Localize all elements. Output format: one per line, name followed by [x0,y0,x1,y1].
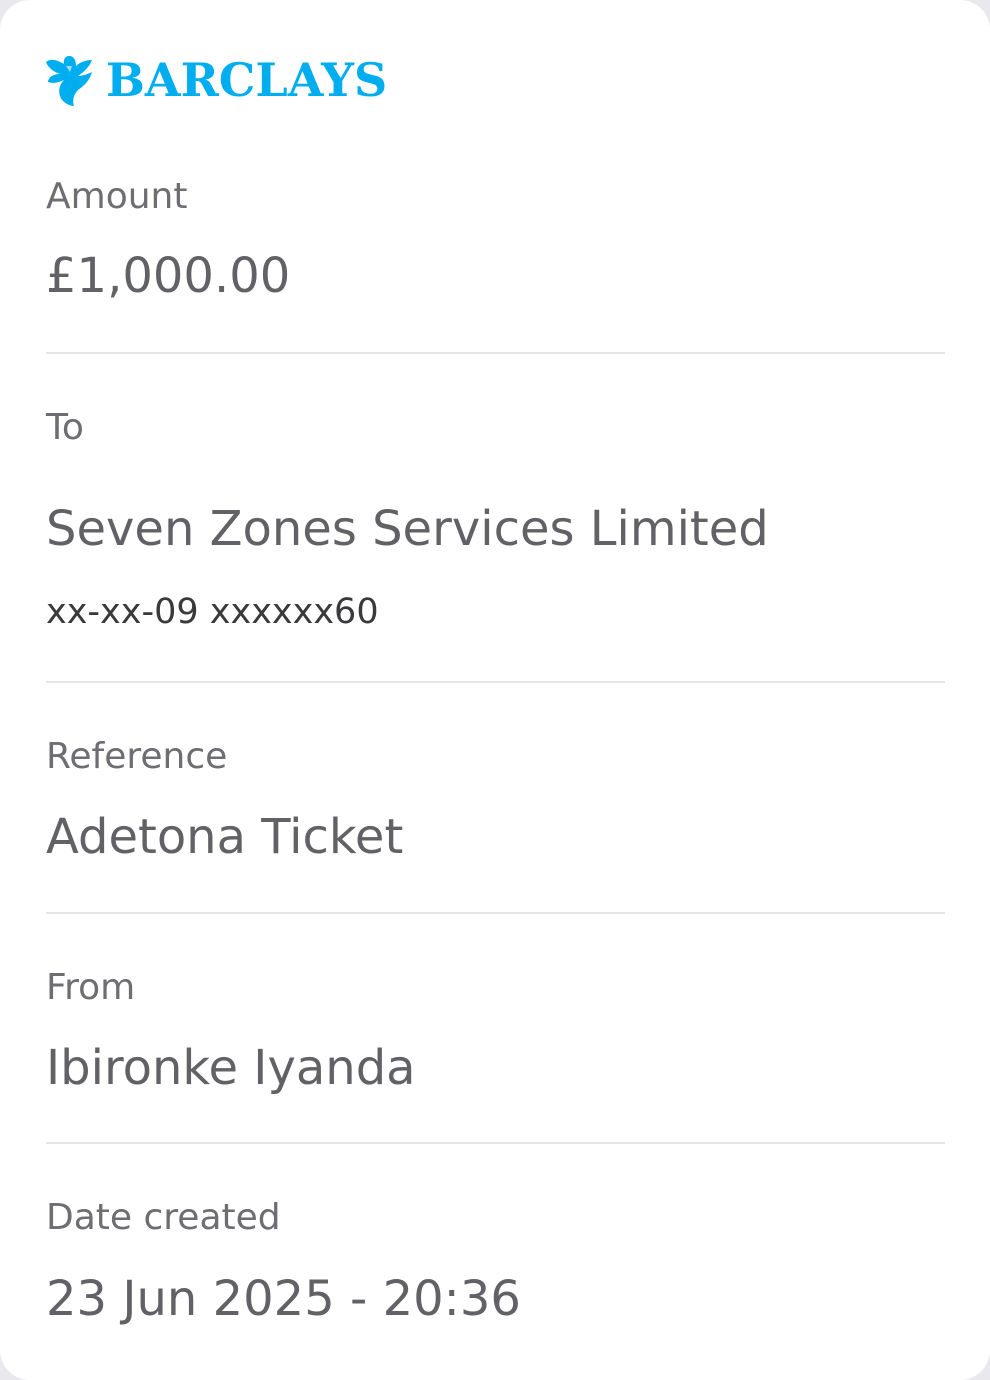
eagle-icon [44,52,94,108]
divider [46,1142,945,1144]
payment-receipt-card: BARCLAYS Amount £1,000.00 To Seven Zones… [0,0,990,1380]
divider [46,912,945,914]
divider [46,681,945,683]
payee-name: Seven Zones Services Limited [46,501,769,557]
payee-account-number: xx-xx-09 xxxxxx60 [46,592,379,632]
amount-label: Amount [46,176,188,217]
payer-name: Ibironke Iyanda [46,1040,416,1096]
amount-value: £1,000.00 [46,248,291,304]
date-created-label: Date created [46,1197,281,1238]
to-label: To [46,407,84,448]
barclays-logo: BARCLAYS [44,50,387,110]
reference-value: Adetona Ticket [46,809,404,865]
brand-name: BARCLAYS [106,53,388,107]
from-label: From [46,967,136,1008]
date-created-value: 23 Jun 2025 - 20:36 [46,1271,521,1327]
reference-label: Reference [46,736,228,777]
divider [46,352,945,354]
